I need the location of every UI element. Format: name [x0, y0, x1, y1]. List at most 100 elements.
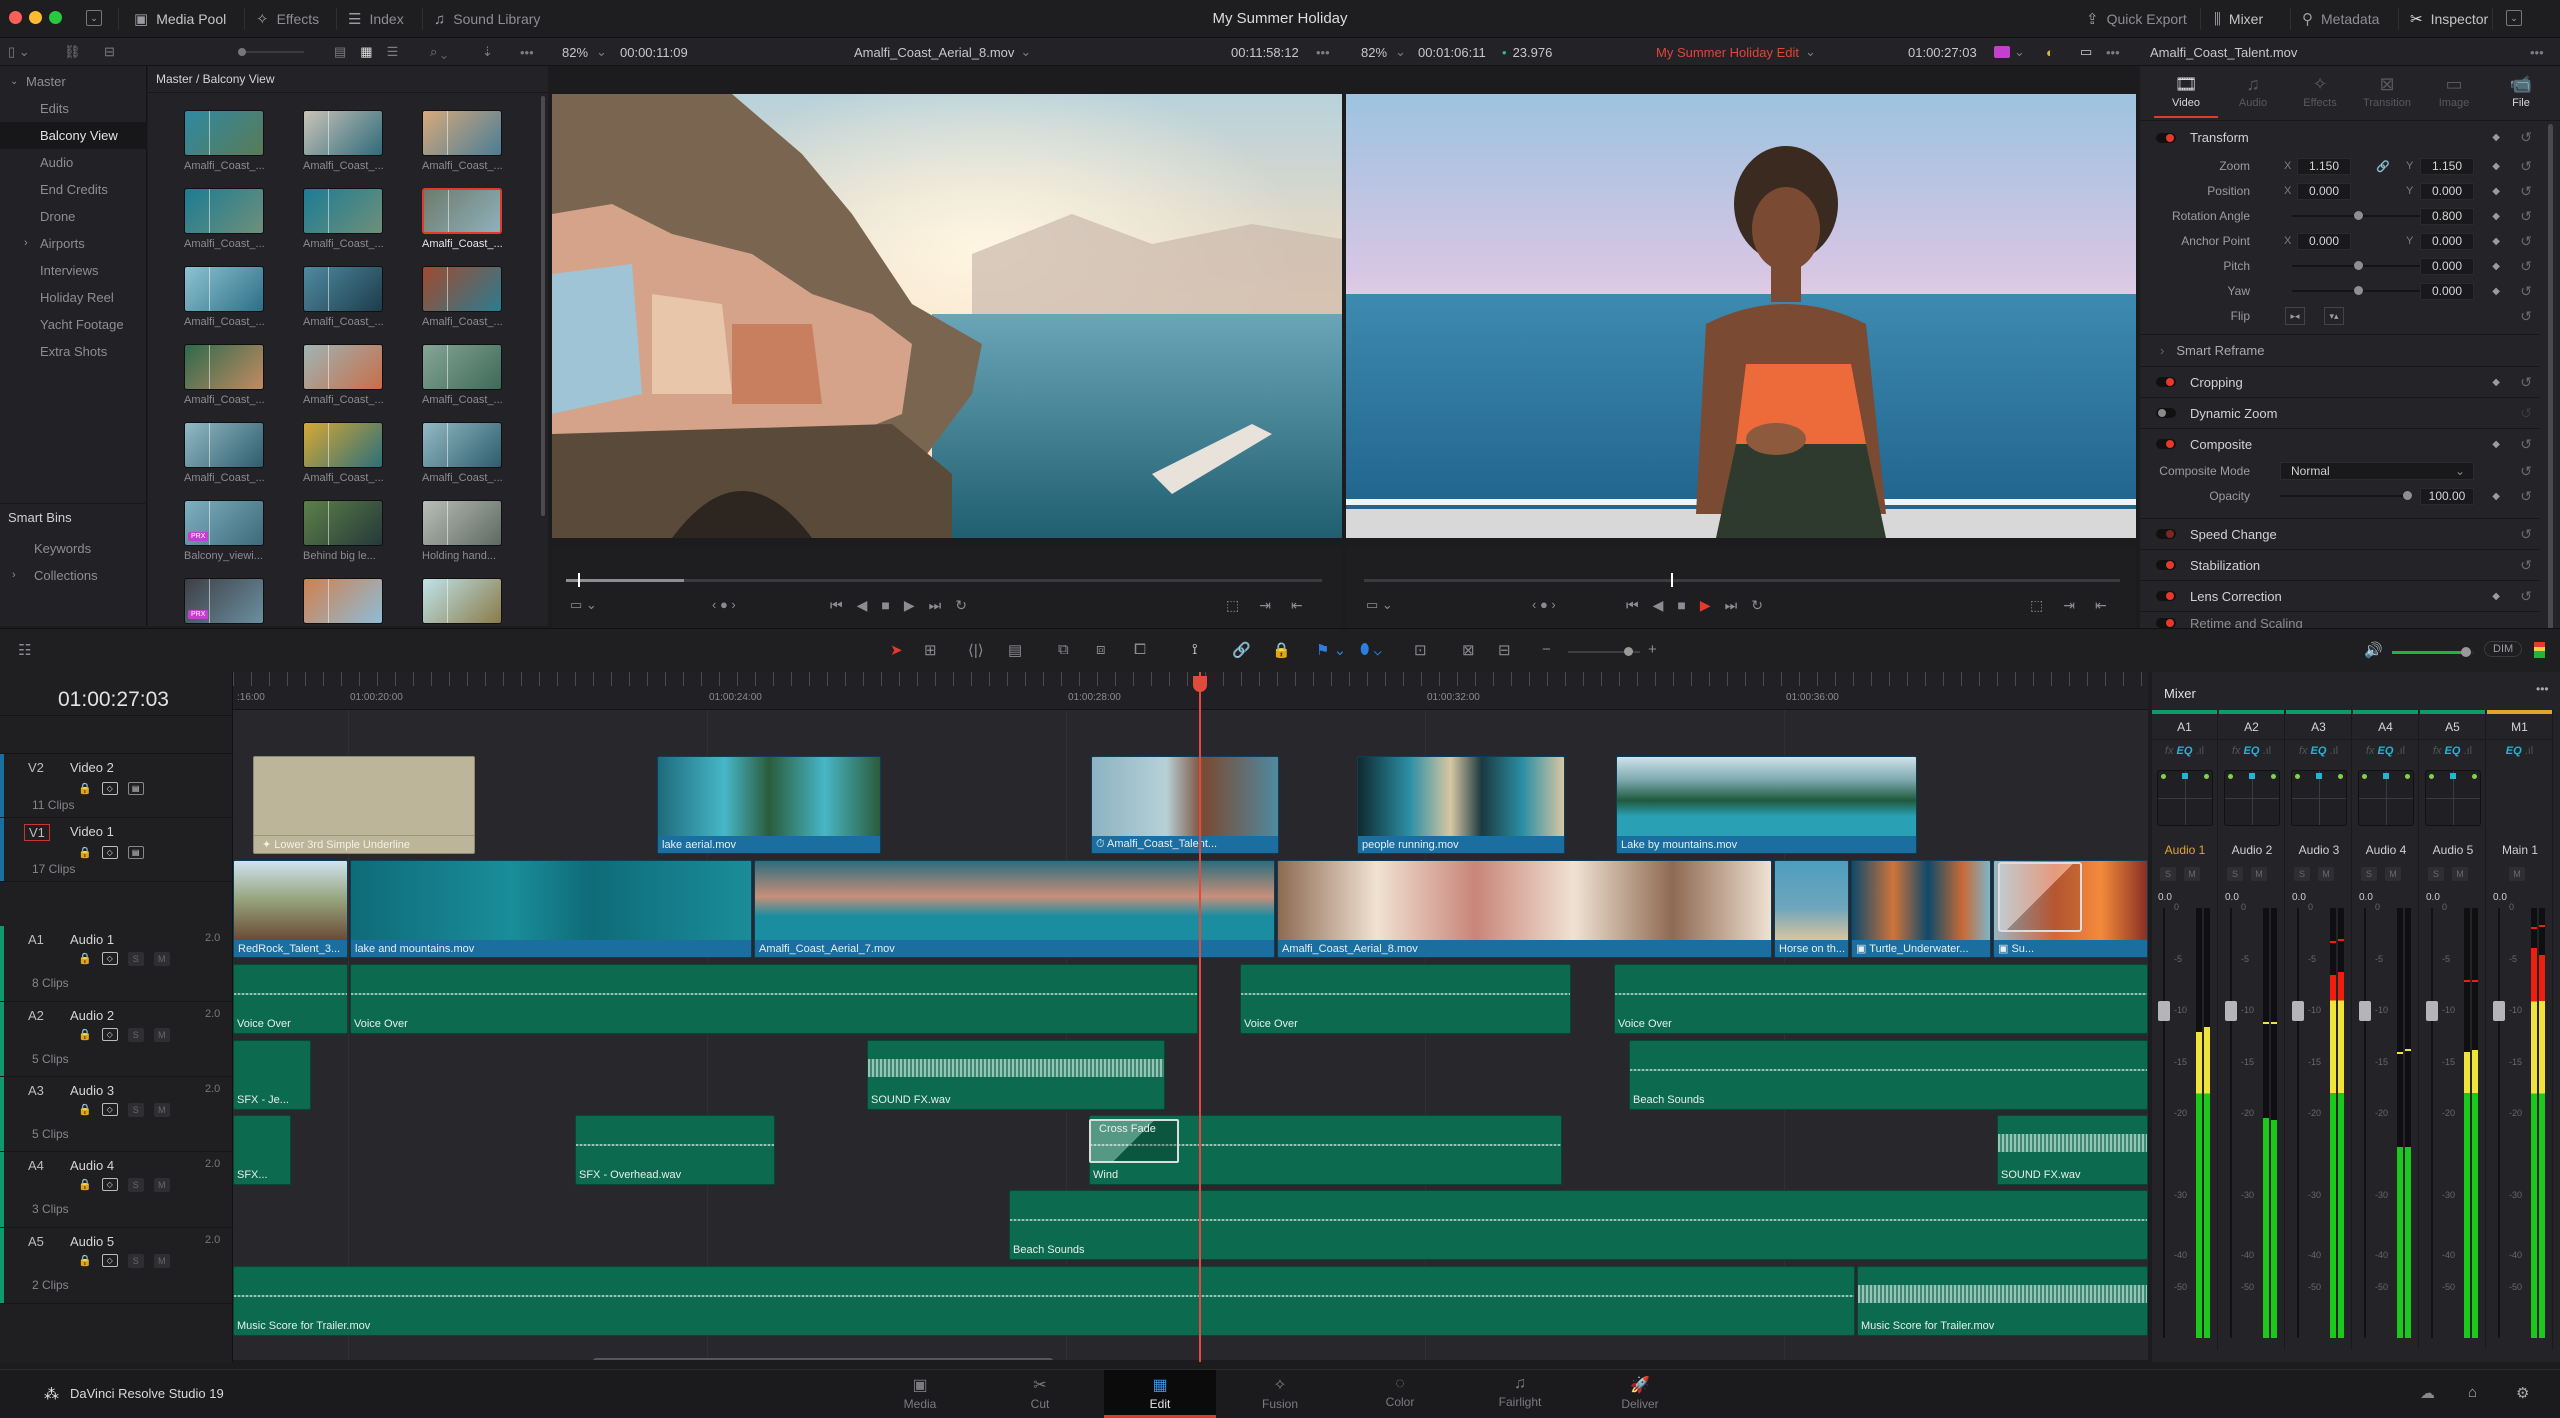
viewer-options-button[interactable]: ••• [2106, 38, 2120, 66]
replace-clip-icon[interactable]: ⧠ [1134, 641, 1146, 658]
jump-start-icon[interactable]: ⏮ [830, 597, 843, 614]
media-clip-thumbnail[interactable] [303, 500, 383, 546]
timeline-scrubber[interactable] [1364, 573, 2120, 587]
track-id[interactable]: A2 [28, 1008, 44, 1023]
link-button[interactable]: ⛓ [64, 38, 81, 66]
keyframe-icon[interactable]: ◆ [2492, 186, 2500, 197]
stop-icon[interactable]: ■ [881, 597, 889, 614]
transform-section[interactable]: Transform ◆ ↺ [2140, 122, 2540, 153]
mark-out-icon[interactable]: ⇤ [1291, 597, 1303, 614]
keyframe-icon[interactable]: ◆ [2492, 161, 2500, 172]
auto-select-icon[interactable]: ◇ [101, 1028, 118, 1041]
media-clip-thumbnail[interactable] [422, 344, 502, 390]
lock-icon[interactable]: 🔒 [78, 1178, 92, 1192]
timeline-viewer[interactable] [1346, 94, 2136, 538]
media-clip-thumbnail[interactable] [303, 110, 383, 156]
anchor-x-field[interactable]: 0.000 [2297, 232, 2351, 250]
bin-item[interactable]: › Airports [0, 230, 147, 257]
timeline-clip[interactable]: Horse on th... [1774, 860, 1849, 958]
channel-effects[interactable]: EQ .ıl [2487, 740, 2552, 762]
mute-button[interactable]: M [2452, 867, 2468, 881]
reset-icon[interactable]: ↺ [2520, 488, 2532, 505]
lock-icon[interactable]: 🔒 [78, 1103, 92, 1117]
timeline-clip[interactable]: RedRock_Talent_3... [233, 860, 348, 958]
pan-control[interactable] [2224, 770, 2280, 826]
playhead-handle[interactable] [1193, 676, 1207, 692]
tab-image[interactable]: ▭ Image [2421, 74, 2487, 109]
smart-bin-keywords[interactable]: Keywords [0, 535, 147, 562]
play-icon[interactable]: ▶ [1700, 597, 1711, 614]
tab-file[interactable]: 📹 File [2488, 74, 2554, 109]
jump-start-icon[interactable]: ⏮ [1626, 597, 1639, 614]
mute-button[interactable]: M [2184, 867, 2200, 881]
fader-knob[interactable] [2426, 1001, 2438, 1022]
smart-reframe-section[interactable]: › Smart Reframe [2140, 334, 2540, 365]
mark-out-icon[interactable]: ⇤ [2095, 597, 2107, 614]
keyframe-icon[interactable]: ◆ [2492, 261, 2500, 272]
link-icon[interactable]: 🔗 [2376, 160, 2390, 173]
position-y-field[interactable]: 0.000 [2420, 182, 2474, 200]
reset-icon[interactable]: ↺ [2520, 436, 2532, 453]
reset-icon[interactable]: ↺ [2520, 283, 2532, 300]
cross-fade-transition[interactable]: Cross Fade [1089, 1119, 1179, 1163]
fader-knob[interactable] [2292, 1001, 2304, 1022]
mute-button[interactable]: M [153, 1254, 170, 1268]
speed-change-toggle[interactable] [2156, 529, 2176, 539]
channel-effects[interactable]: fx EQ .ıl [2286, 740, 2351, 762]
dynamic-trim-icon[interactable]: ⟨|⟩ [968, 641, 984, 659]
solo-button[interactable]: S [2160, 867, 2176, 881]
reset-icon[interactable]: ↺ [2520, 308, 2532, 325]
step-back-icon[interactable]: ◀ [1653, 597, 1664, 614]
close-window-button[interactable] [9, 11, 22, 24]
overwrite-clip-icon[interactable]: ⧈ [1096, 641, 1106, 658]
timeline-select[interactable]: My Summer Holiday Edit ⌄ [1656, 38, 1816, 66]
zoom-y-field[interactable]: 1.150 [2420, 157, 2474, 175]
mark-in-icon[interactable]: ⇥ [1259, 597, 1271, 614]
media-clip-thumbnail[interactable] [303, 266, 383, 312]
pan-control[interactable] [2291, 770, 2347, 826]
media-clip-thumbnail[interactable] [422, 578, 502, 624]
flip-vertical-button[interactable]: ▾▴ [2324, 307, 2344, 325]
timeline-clip[interactable]: people running.mov [1357, 756, 1565, 854]
proxy-button[interactable]: ⌄ [1994, 38, 2025, 66]
transition-marker[interactable] [1998, 862, 2082, 932]
media-clip-thumbnail[interactable] [303, 188, 383, 234]
reset-icon[interactable]: ↺ [2520, 158, 2532, 175]
channel-effects[interactable]: fx EQ .ıl [2420, 740, 2485, 762]
index-button[interactable]: ☰ Index [348, 0, 404, 38]
mute-button[interactable]: M [153, 1028, 170, 1042]
tab-effects[interactable]: ✧ Effects [2287, 74, 2353, 109]
flag-icon[interactable]: ⚑ ⌄ [1316, 641, 1346, 659]
zoom-detail-icon[interactable]: ⊠ [1462, 641, 1475, 659]
page-deliver[interactable]: 🚀 Deliver [1584, 1370, 1696, 1418]
solo-button[interactable]: S [2428, 867, 2444, 881]
media-clip-thumbnail[interactable]: PRX [184, 500, 264, 546]
audio-clip[interactable]: SOUND FX.wav [1997, 1115, 2148, 1185]
selection-tool-icon[interactable]: ➤ [890, 641, 903, 659]
reset-icon[interactable]: ↺ [2520, 374, 2532, 391]
match-frame-icon[interactable]: ⬚ [1226, 597, 1239, 614]
tab-transition[interactable]: ⊠ Transition [2354, 74, 2420, 109]
jump-end-icon[interactable]: ⏭ [1725, 597, 1738, 614]
auto-select-icon[interactable]: ◇ [101, 1103, 118, 1116]
cropping-toggle[interactable] [2156, 377, 2176, 387]
zoom-out-icon[interactable]: − [1542, 641, 1551, 658]
opacity-field[interactable]: 100.00 [2420, 487, 2474, 505]
pitch-field[interactable]: 0.000 [2420, 257, 2474, 275]
timeline-jog-icon[interactable]: ‹ ● › [1532, 597, 1556, 612]
audio-clip[interactable]: SFX - Overhead.wav [575, 1115, 775, 1185]
stabilization-toggle[interactable] [2156, 560, 2176, 570]
dim-button[interactable]: DIM [2484, 641, 2523, 657]
play-icon[interactable]: ▶ [904, 597, 915, 614]
pool-options-button[interactable]: ••• [520, 38, 534, 66]
media-clip-thumbnail[interactable] [184, 344, 264, 390]
cropping-section[interactable]: Cropping ◆ ↺ [2140, 366, 2540, 397]
lock-icon[interactable]: 🔒 [78, 846, 92, 859]
track-id[interactable]: A1 [28, 932, 44, 947]
insert-clip-icon[interactable]: ⧉ [1058, 641, 1069, 658]
audio-clip[interactable]: Music Score for Trailer.mov [233, 1266, 1855, 1336]
source-scrubber[interactable] [566, 573, 1322, 587]
reset-icon[interactable]: ↺ [2520, 183, 2532, 200]
media-clip-thumbnail[interactable] [422, 188, 502, 234]
timeline-tracks[interactable]: ✦ Lower 3rd Simple Underline lake aerial… [233, 710, 2148, 1360]
